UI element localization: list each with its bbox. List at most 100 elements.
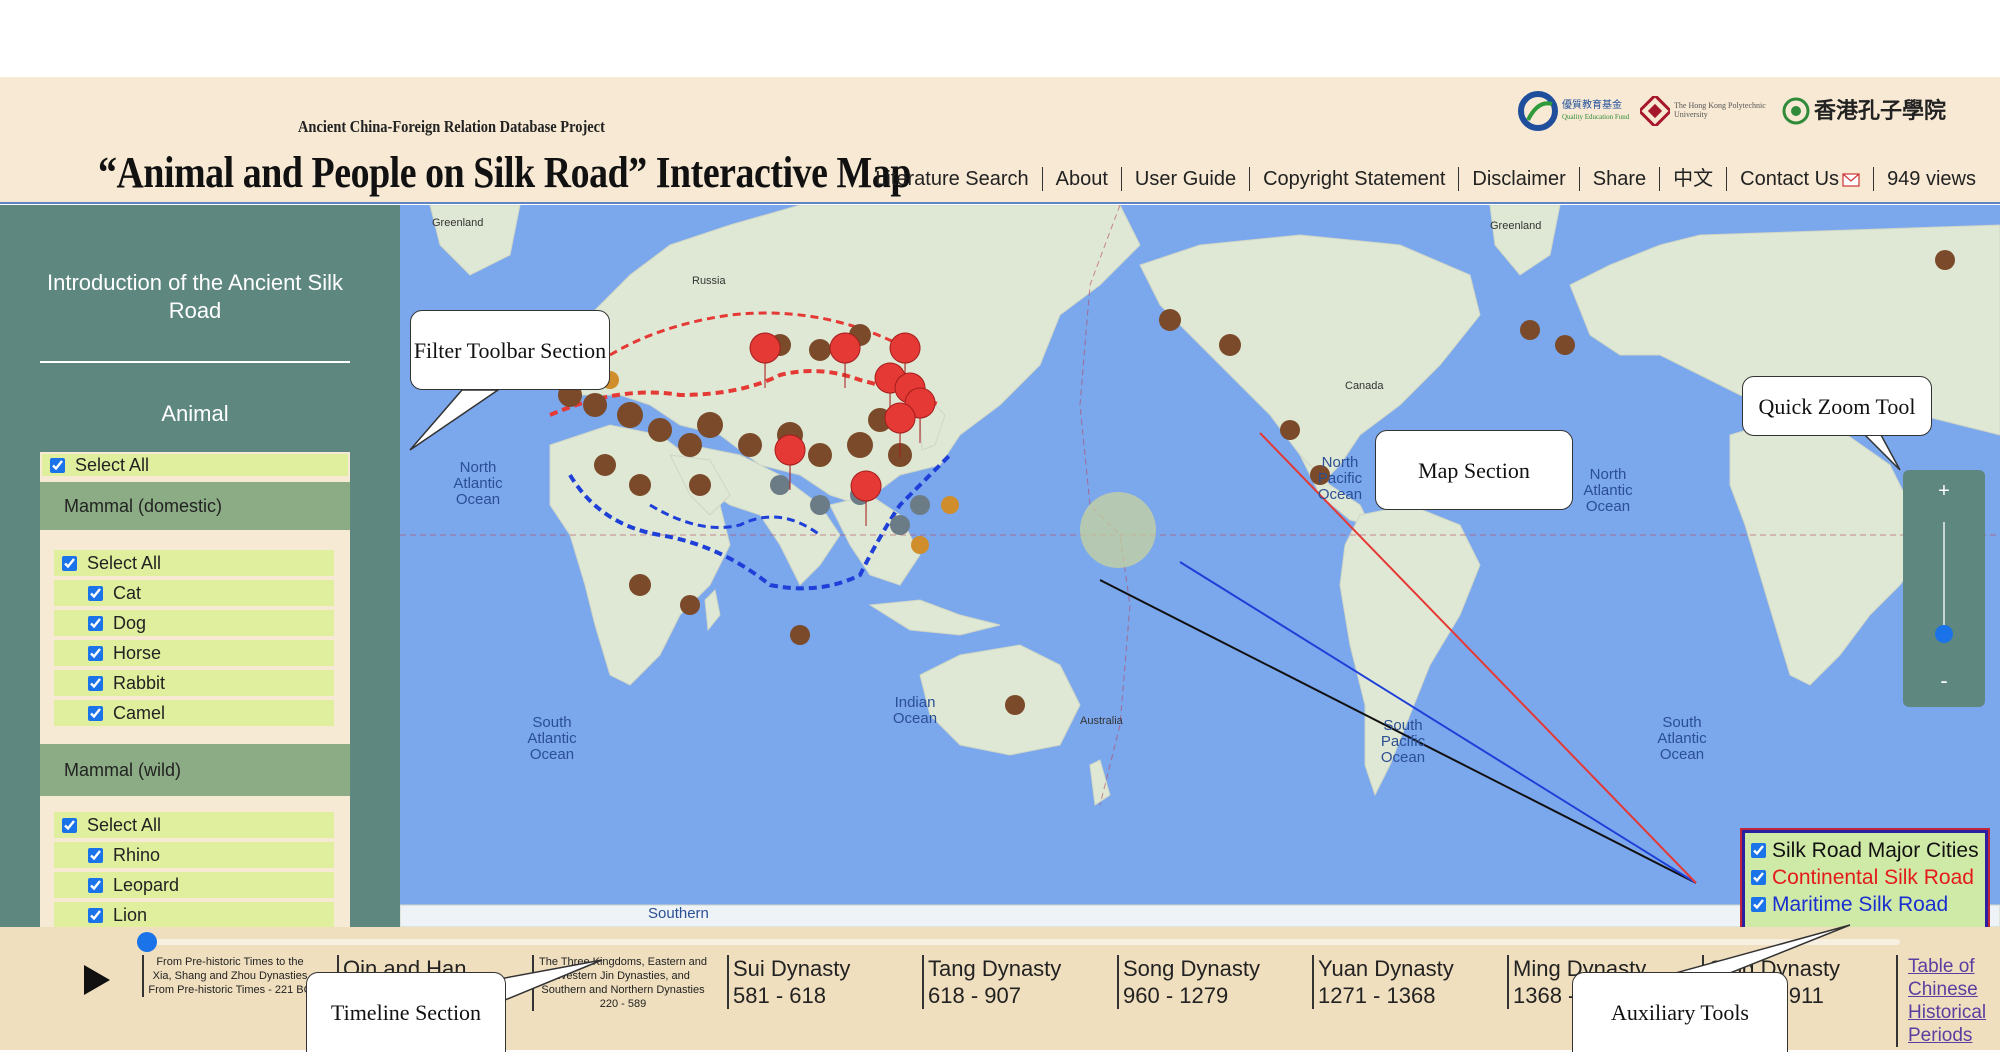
label-indian-ocean: Indian Ocean	[892, 694, 938, 727]
filter-list[interactable]: Select All Mammal (domestic) Select All …	[40, 452, 350, 927]
lion-label: Lion	[113, 904, 148, 925]
period-three-kingdoms[interactable]: The Three Kingdoms, Eastern and Western …	[532, 955, 708, 1011]
select-all-domestic-label: Select All	[87, 552, 162, 573]
polyu-text: The Hong Kong Polytechnic University	[1674, 101, 1766, 119]
select-all-domestic-checkbox[interactable]	[62, 555, 77, 571]
mail-icon	[1842, 173, 1860, 187]
auxiliary-tools: Silk Road Major Cities Continental Silk …	[1740, 828, 1990, 934]
period-tang[interactable]: Tang Dynasty 618 - 907	[922, 955, 1061, 1009]
nav-disclaimer[interactable]: Disclaimer	[1459, 167, 1580, 191]
major-cities-checkbox[interactable]	[1751, 843, 1766, 858]
period-sui[interactable]: Sui Dynasty 581 - 618	[727, 955, 850, 1009]
horse-label: Horse	[113, 642, 162, 663]
maritime-route-checkbox[interactable]	[1751, 897, 1766, 912]
filter-item-leopard[interactable]: Leopard	[54, 872, 334, 898]
maritime-route-label: Maritime Silk Road	[1772, 892, 1949, 916]
label-south-atlantic-right: South Atlantic Ocean	[1657, 714, 1707, 763]
callout-quick-zoom: Quick Zoom Tool	[1742, 376, 1932, 436]
contact-us-label: Contact Us	[1740, 168, 1840, 190]
camel-checkbox[interactable]	[88, 705, 103, 721]
select-all-domestic[interactable]: Select All	[54, 550, 334, 576]
world-map[interactable]: Greenland Russia North Atlantic Ocean No…	[400, 205, 2000, 927]
page-title: “Animal and People on Silk Road” Interac…	[98, 148, 911, 197]
continental-route-label: Continental Silk Road	[1772, 865, 1974, 889]
nav-chinese[interactable]: 中文	[1660, 167, 1728, 191]
nav-about[interactable]: About	[1043, 167, 1122, 191]
radius-circle	[1080, 492, 1156, 568]
quality-education-fund-icon	[1518, 91, 1558, 131]
nav-share[interactable]: Share	[1580, 167, 1661, 191]
group-mammal-wild[interactable]: Mammal (wild)	[40, 744, 350, 796]
zoom-track	[1943, 522, 1945, 642]
select-all-animals-checkbox[interactable]	[50, 457, 65, 473]
period-song-range: 960 - 1279	[1123, 983, 1229, 1008]
filter-item-camel[interactable]: Camel	[54, 700, 334, 726]
zoom-control: + -	[1903, 470, 1985, 707]
map-canvas	[400, 205, 2000, 927]
label-south-pacific: South Pacific Ocean	[1380, 717, 1426, 766]
rhino-label: Rhino	[113, 844, 161, 865]
confucius-institute-logo[interactable]: 香港孔子學院	[1782, 97, 1946, 125]
lion-checkbox[interactable]	[88, 907, 103, 923]
quality-education-fund-logo[interactable]: 優質教育基金 Quality Education Fund	[1518, 90, 1632, 132]
select-all-wild-checkbox[interactable]	[62, 817, 77, 833]
dog-checkbox[interactable]	[88, 615, 103, 631]
period-three-kingdoms-name: The Three Kingdoms, Eastern and Western …	[539, 956, 707, 996]
filter-item-rabbit[interactable]: Rabbit	[54, 670, 334, 696]
horse-checkbox[interactable]	[88, 645, 103, 661]
filter-item-horse[interactable]: Horse	[54, 640, 334, 666]
filter-item-dog[interactable]: Dog	[54, 610, 334, 636]
major-cities-label: Silk Road Major Cities	[1772, 838, 1979, 862]
label-north-atlantic: North Atlantic Ocean	[453, 459, 503, 508]
label-southern: Southern	[648, 905, 709, 922]
callout-timeline: Timeline Section	[306, 972, 506, 1052]
sidebar-divider	[40, 361, 350, 363]
toggle-major-cities[interactable]: Silk Road Major Cities	[1751, 837, 1979, 864]
rhino-checkbox[interactable]	[88, 847, 103, 863]
timeline-slider-thumb[interactable]	[137, 932, 157, 952]
rabbit-checkbox[interactable]	[88, 675, 103, 691]
play-icon[interactable]	[84, 965, 110, 995]
zoom-out-button[interactable]: -	[1903, 668, 1985, 694]
nav-contact-us[interactable]: Contact Us	[1727, 167, 1875, 191]
period-prehistoric[interactable]: From Pre-historic Times to the Xia, Shan…	[142, 955, 312, 997]
nav-user-guide[interactable]: User Guide	[1122, 167, 1251, 191]
view-count: 949 views	[1887, 168, 1976, 190]
period-song-name: Song Dynasty	[1123, 956, 1260, 981]
period-tang-name: Tang Dynasty	[928, 956, 1062, 981]
label-north-pacific: North Pacific Ocean	[1317, 454, 1363, 503]
zoom-slider-thumb[interactable]	[1935, 625, 1953, 643]
toggle-continental-route[interactable]: Continental Silk Road	[1751, 864, 1979, 891]
qef-english: Quality Education Fund	[1562, 113, 1630, 121]
group-mammal-domestic[interactable]: Mammal (domestic)	[40, 482, 350, 530]
select-all-label: Select All	[75, 454, 150, 475]
nav-literature-search[interactable]: Literature Search	[862, 167, 1043, 191]
quality-education-fund-text: 優質教育基金 Quality Education Fund	[1562, 100, 1632, 122]
select-all-animals[interactable]: Select All	[40, 452, 350, 478]
historical-periods-table-link[interactable]: Table of Chinese Historical Periods	[1896, 955, 1996, 1047]
select-all-wild-label: Select All	[87, 814, 162, 835]
leopard-checkbox[interactable]	[88, 877, 103, 893]
callout-filter-toolbar: Filter Toolbar Section	[410, 310, 610, 390]
timeline-slider-track[interactable]	[148, 939, 1900, 945]
intro-link[interactable]: Introduction of the Ancient Silk Road	[40, 269, 350, 325]
period-song[interactable]: Song Dynasty 960 - 1279	[1117, 955, 1260, 1009]
top-nav: Literature Search About User Guide Copyr…	[862, 167, 1976, 191]
toggle-maritime-route[interactable]: Maritime Silk Road	[1751, 891, 1979, 918]
period-yuan[interactable]: Yuan Dynasty 1271 - 1368	[1312, 955, 1454, 1009]
animal-heading: Animal	[161, 401, 229, 426]
zoom-in-button[interactable]: +	[1903, 480, 1985, 503]
filter-item-lion[interactable]: Lion	[54, 902, 334, 927]
cat-checkbox[interactable]	[88, 585, 103, 601]
select-all-wild[interactable]: Select All	[54, 812, 334, 838]
label-south-atlantic: South Atlantic Ocean	[527, 714, 577, 763]
polyu-icon	[1640, 96, 1670, 126]
label-greenland-left: Greenland	[432, 217, 484, 229]
filter-item-cat[interactable]: Cat	[54, 580, 334, 606]
period-yuan-range: 1271 - 1368	[1318, 983, 1436, 1008]
project-label: Ancient China-Foreign Relation Database …	[298, 117, 605, 136]
continental-route-checkbox[interactable]	[1751, 870, 1766, 885]
nav-copyright-statement[interactable]: Copyright Statement	[1250, 167, 1460, 191]
polyu-logo[interactable]: The Hong Kong Polytechnic University	[1640, 96, 1774, 126]
filter-item-rhino[interactable]: Rhino	[54, 842, 334, 868]
